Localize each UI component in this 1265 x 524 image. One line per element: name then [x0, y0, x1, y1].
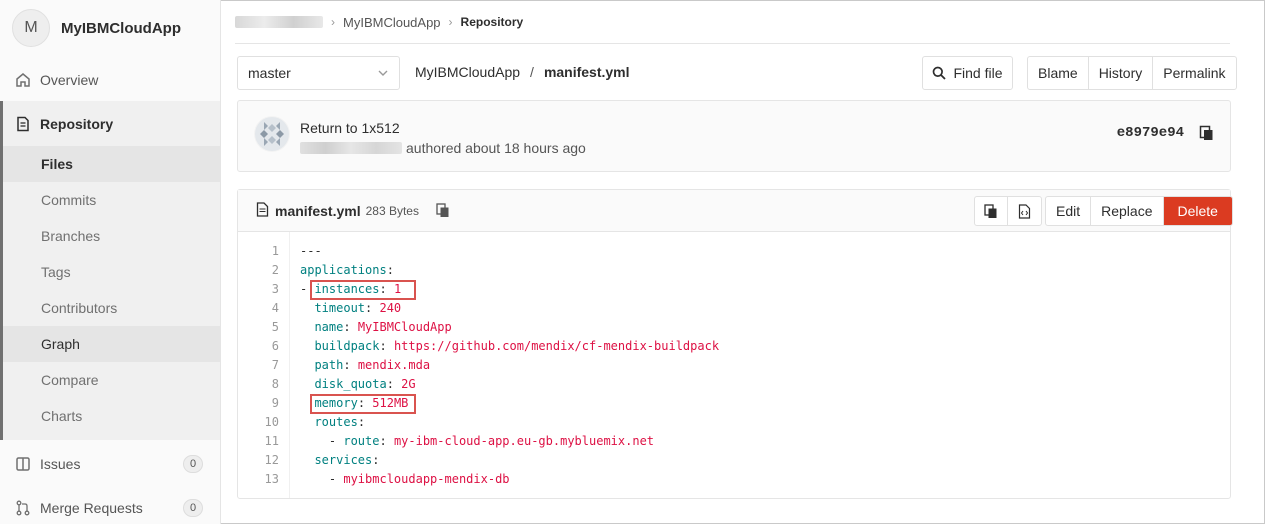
merge-requests-count-badge: 0 [183, 499, 203, 517]
edit-button[interactable]: Edit [1046, 197, 1092, 225]
line-number[interactable]: 7 [272, 358, 279, 372]
raw-file-icon[interactable] [1008, 197, 1041, 225]
sidebar-item-repository[interactable]: Repository [0, 106, 220, 142]
code-line-7: path: mendix.mda [314, 358, 431, 372]
code-line-8: disk_quota: 2G [314, 377, 416, 391]
sidebar-item-label: Repository [40, 116, 114, 132]
chevron-down-icon [377, 66, 389, 82]
project-avatar: M [12, 9, 50, 47]
project-header[interactable]: M MyIBMCloudApp [12, 9, 181, 47]
line-number[interactable]: 4 [272, 301, 279, 315]
file-name: manifest.yml [275, 203, 361, 219]
project-name[interactable]: MyIBMCloudApp [61, 20, 181, 37]
sidebar-subitem-contributors[interactable]: Contributors [3, 290, 220, 326]
highlight-box-instances [310, 280, 416, 300]
path-project-link[interactable]: MyIBMCloudApp [415, 64, 520, 80]
highlight-box-memory [310, 394, 416, 414]
sidebar-item-merge-requests[interactable]: Merge Requests 0 [0, 490, 220, 524]
sidebar-item-issues[interactable]: Issues 0 [0, 446, 220, 482]
path-separator: / [530, 64, 534, 80]
find-file-label: Find file [953, 65, 1003, 81]
file-icon-buttons [974, 196, 1042, 226]
branch-name: master [248, 65, 291, 81]
code-line-2: applications: [300, 263, 394, 277]
commit-title[interactable]: Return to 1x512 [300, 120, 400, 136]
line-number[interactable]: 8 [272, 377, 279, 391]
find-file-button[interactable]: Find file [922, 56, 1013, 90]
file-path: MyIBMCloudApp / manifest.yml [415, 64, 630, 80]
sidebar-item-label: Merge Requests [40, 500, 143, 516]
line-number[interactable]: 5 [272, 320, 279, 334]
commit-author-line: authored about 18 hours ago [300, 140, 586, 156]
code-line-13: - myibmcloudapp-mendix-db [328, 472, 510, 486]
breadcrumb-current: Repository [460, 15, 524, 29]
file-title: manifest.yml 283 Bytes [256, 202, 419, 220]
sidebar-subitem-files[interactable]: Files [3, 146, 220, 182]
sidebar-subitem-branches[interactable]: Branches [3, 218, 220, 254]
breadcrumb-project[interactable]: MyIBMCloudApp [343, 15, 441, 30]
author-name-redacted[interactable] [300, 142, 402, 154]
issues-icon [14, 455, 32, 473]
history-button[interactable]: History [1089, 57, 1154, 89]
sidebar-subitem-graph[interactable]: Graph [3, 326, 220, 362]
line-number[interactable]: 13 [265, 472, 279, 486]
sidebar-item-label: Issues [40, 456, 81, 472]
code-line-4: timeout: 240 [314, 301, 402, 315]
sidebar-item-label: Overview [40, 72, 99, 88]
breadcrumb-separator: › [331, 15, 335, 29]
replace-button[interactable]: Replace [1091, 197, 1164, 225]
copy-file-path-icon[interactable] [436, 203, 450, 221]
sidebar-subitem-compare[interactable]: Compare [3, 362, 220, 398]
path-file: manifest.yml [543, 64, 630, 80]
code-line-1: --- [300, 244, 322, 258]
line-number[interactable]: 1 [272, 244, 279, 258]
permalink-button[interactable]: Permalink [1153, 57, 1235, 89]
file-header: manifest.yml 283 Bytes Edit Replace Dele… [238, 190, 1233, 232]
file-viewer: manifest.yml 283 Bytes Edit Replace Dele… [237, 189, 1233, 499]
line-number[interactable]: 2 [272, 263, 279, 277]
line-number[interactable]: 3 [272, 282, 279, 296]
sidebar-subitem-commits[interactable]: Commits [3, 182, 220, 218]
document-icon [14, 115, 32, 133]
breadcrumb: › MyIBMCloudApp › Repository [235, 12, 523, 32]
line-number[interactable]: 12 [265, 453, 279, 467]
line-number[interactable]: 10 [265, 415, 279, 429]
line-number-gutter: 1 2 3 4 5 6 7 8 9 10 11 12 13 [238, 232, 290, 498]
code-line-12: services: [314, 453, 380, 467]
search-icon [932, 66, 947, 80]
line-number[interactable]: 9 [272, 396, 279, 410]
code-line-5: name: MyIBMCloudApp [314, 320, 452, 334]
copy-contents-icon[interactable] [975, 197, 1008, 225]
sidebar: M MyIBMCloudApp Overview Repository File… [0, 0, 221, 524]
copy-sha-icon[interactable] [1199, 125, 1214, 144]
blame-button[interactable]: Blame [1028, 57, 1089, 89]
merge-request-icon [14, 499, 32, 517]
file-view-button-group: Blame History Permalink [1027, 56, 1237, 90]
line-number[interactable]: 11 [265, 434, 279, 448]
file-size: 283 Bytes [365, 204, 419, 218]
last-commit-panel: Return to 1x512 authored about 18 hours … [237, 100, 1231, 172]
home-icon [14, 71, 32, 89]
sidebar-subitem-charts[interactable]: Charts [3, 398, 220, 434]
file-action-buttons: Edit Replace Delete [1045, 196, 1233, 226]
delete-button[interactable]: Delete [1163, 197, 1232, 225]
author-avatar[interactable] [254, 116, 290, 152]
commit-authored-text: authored about 18 hours ago [406, 140, 586, 156]
sidebar-item-overview[interactable]: Overview [0, 62, 220, 98]
code-line-10: routes: [314, 415, 366, 429]
file-icon [256, 202, 269, 220]
breadcrumb-separator: › [448, 15, 453, 29]
commit-sha[interactable]: e8979e94 [1117, 125, 1184, 141]
issues-count-badge: 0 [183, 455, 203, 473]
branch-selector[interactable]: master [237, 56, 400, 90]
code-line-11: - route: my-ibm-cloud-app.eu-gb.mybluemi… [328, 434, 655, 448]
sidebar-subitem-tags[interactable]: Tags [3, 254, 220, 290]
line-number[interactable]: 6 [272, 339, 279, 353]
code-line-6: buildpack: https://github.com/mendix/cf-… [314, 339, 720, 353]
breadcrumb-group-redacted[interactable] [235, 16, 323, 28]
divider [235, 43, 1230, 44]
